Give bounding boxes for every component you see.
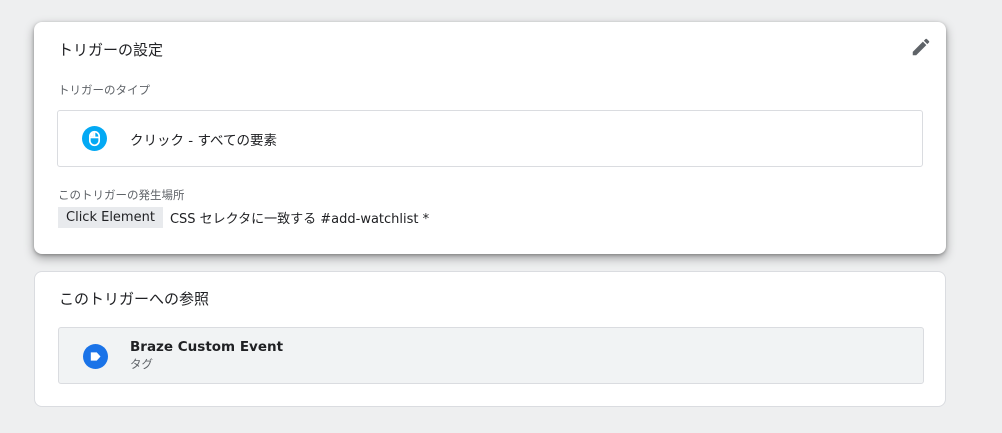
trigger-type-name: クリック - すべての要素 bbox=[130, 133, 277, 149]
trigger-references-card: このトリガーへの参照 Braze Custom Event タグ bbox=[34, 271, 946, 407]
tag-icon bbox=[83, 344, 108, 369]
condition-text: CSS セレクタに一致する #add-watchlist * bbox=[169, 212, 430, 227]
trigger-references-title: このトリガーへの参照 bbox=[59, 290, 210, 308]
reference-type: タグ bbox=[130, 357, 153, 371]
trigger-type-label: トリガーのタイプ bbox=[58, 83, 150, 97]
trigger-configuration-card: トリガーの設定 トリガーのタイプ クリック - すべての要素 このトリガーの発生… bbox=[34, 22, 946, 254]
fires-on-label: このトリガーの発生場所 bbox=[58, 188, 185, 202]
trigger-configuration-title: トリガーの設定 bbox=[58, 41, 164, 59]
edit-trigger-button[interactable] bbox=[910, 36, 932, 58]
reference-name: Braze Custom Event bbox=[130, 339, 284, 355]
reference-item[interactable]: Braze Custom Event タグ bbox=[58, 327, 924, 384]
trigger-type-box: クリック - すべての要素 bbox=[57, 110, 923, 167]
mouse-icon bbox=[82, 126, 107, 151]
trigger-condition: Click Element CSS セレクタに一致する #add-watchli… bbox=[58, 207, 429, 228]
pencil-icon bbox=[912, 38, 930, 56]
condition-variable-chip: Click Element bbox=[58, 207, 163, 228]
